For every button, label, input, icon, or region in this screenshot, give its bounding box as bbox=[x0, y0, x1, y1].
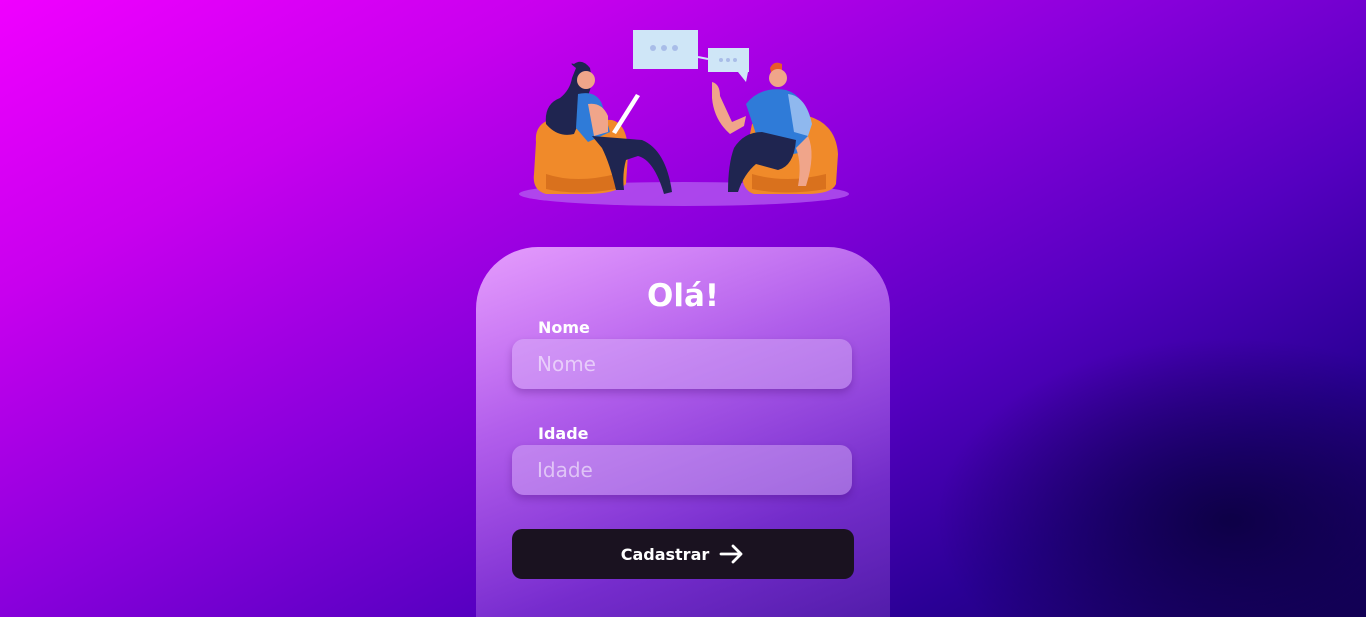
page-title: Olá! bbox=[646, 278, 720, 314]
age-label: Idade bbox=[538, 424, 589, 443]
name-input[interactable]: Nome bbox=[512, 339, 852, 389]
speech-bubble-small bbox=[708, 48, 749, 82]
name-label: Nome bbox=[538, 318, 590, 337]
age-input-placeholder: Idade bbox=[537, 458, 593, 482]
name-input-placeholder: Nome bbox=[537, 352, 596, 376]
submit-button[interactable]: Cadastrar bbox=[512, 529, 854, 579]
two-people-chatting-illustration bbox=[519, 30, 849, 206]
registration-card: Olá! Nome Nome Idade Idade Cadastrar bbox=[476, 247, 890, 617]
speech-bubble-large bbox=[633, 30, 698, 69]
arrow-right-icon bbox=[719, 544, 743, 564]
age-input[interactable]: Idade bbox=[512, 445, 852, 495]
submit-button-label: Cadastrar bbox=[620, 544, 710, 564]
